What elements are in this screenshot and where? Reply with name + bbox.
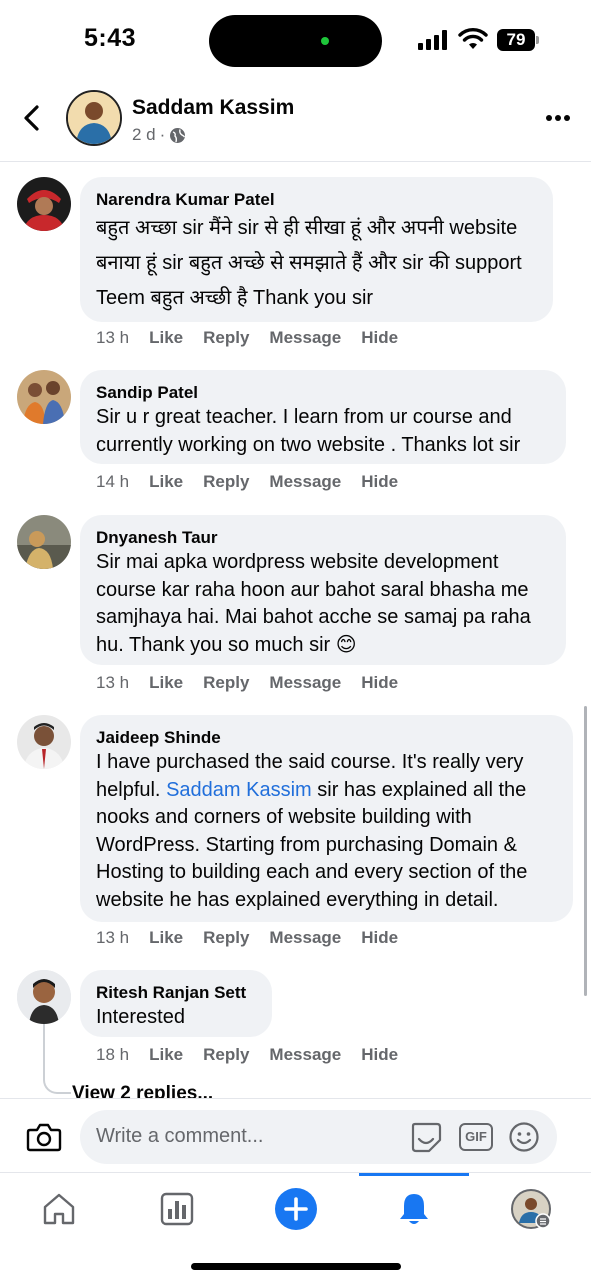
comment-placeholder: Write a comment... [96,1125,264,1147]
create-icon[interactable] [274,1187,318,1231]
scrollbar[interactable] [584,706,587,996]
dynamic-island [209,15,382,67]
reply-button[interactable]: Reply [203,1045,249,1065]
reply-button[interactable]: Reply [203,472,249,492]
comment-text: I have purchased the said course. It's r… [96,751,528,911]
message-button[interactable]: Message [269,928,341,948]
back-arrow-icon[interactable] [20,103,44,133]
comment-time: 13 h [96,328,130,347]
like-button[interactable]: Like [149,673,183,693]
post-age: 2 d [132,125,156,144]
dashboard-icon[interactable] [157,1189,197,1229]
like-button[interactable]: Like [149,328,183,348]
comment-bubble: Dnyanesh Taur Sir mai apka wordpress web… [80,515,566,665]
commenter-avatar[interactable] [17,177,71,231]
notifications-icon[interactable] [394,1189,434,1229]
comment-author[interactable]: Jaideep Shinde [96,727,557,749]
reply-thread-line [43,1024,71,1094]
active-tab-indicator [359,1173,469,1176]
like-button[interactable]: Like [149,928,183,948]
comment-bubble: Jaideep Shinde I have purchased the said… [80,715,573,922]
comment-composer: Write a comment... GIF [0,1098,591,1172]
home-icon[interactable] [39,1189,79,1229]
camera-indicator-dot [321,37,329,45]
comment-actions: 13 h Like Reply Message Hide [96,673,398,693]
smile-emoji-icon: 😊 [335,633,357,656]
commenter-avatar[interactable] [17,970,71,1024]
comment-author[interactable]: Sandip Patel [96,382,550,404]
commenter-avatar[interactable] [17,370,71,424]
emoji-icon[interactable] [508,1121,540,1153]
post-header: Saddam Kassim 2 d · [0,80,591,162]
sticker-icon[interactable] [409,1120,443,1154]
comment-time: 14 h [96,472,130,491]
comment-actions: 13 h Like Reply Message Hide [96,928,398,948]
comment-text: Sir u r great teacher. I learn from ur c… [96,406,521,456]
comment-time: 18 h [96,1045,130,1064]
message-button[interactable]: Message [269,1045,341,1065]
meta-separator: · [159,125,166,144]
commenter-avatar[interactable] [17,515,71,569]
comment-actions: 13 h Like Reply Message Hide [96,328,398,348]
hide-button[interactable]: Hide [361,673,398,693]
reply-button[interactable]: Reply [203,673,249,693]
comment-bubble: Sandip Patel Sir u r great teacher. I le… [80,370,566,464]
gif-icon[interactable]: GIF [459,1123,493,1151]
hide-button[interactable]: Hide [361,472,398,492]
like-button[interactable]: Like [149,472,183,492]
comment-bubble: Ritesh Ranjan Sett Interested [80,970,272,1037]
hide-button[interactable]: Hide [361,1045,398,1065]
comment-time: 13 h [96,673,130,692]
hide-button[interactable]: Hide [361,328,398,348]
comment-time: 13 h [96,928,130,947]
message-button[interactable]: Message [269,673,341,693]
camera-icon[interactable] [26,1121,62,1153]
comment-author[interactable]: Ritesh Ranjan Sett [96,982,256,1004]
battery-level: 79 [497,29,535,51]
more-icon[interactable] [545,114,571,122]
comment-input[interactable]: Write a comment... GIF [80,1110,557,1164]
cellular-signal-icon [418,30,450,50]
status-bar: 5:43 79 [0,0,591,80]
comment-author[interactable]: Dnyanesh Taur [96,527,550,549]
profile-avatar[interactable] [511,1189,551,1229]
reply-button[interactable]: Reply [203,928,249,948]
message-button[interactable]: Message [269,328,341,348]
globe-icon [170,127,186,143]
wifi-icon [458,28,488,49]
comment-text: Interested [96,1006,185,1028]
like-button[interactable]: Like [149,1045,183,1065]
comment-bubble: Narendra Kumar Patel बहुत अच्छा sir मैंन… [80,177,553,322]
message-button[interactable]: Message [269,472,341,492]
mention-link[interactable]: Saddam Kassim [166,779,312,801]
comment-actions: 18 h Like Reply Message Hide [96,1045,398,1065]
battery-icon: 79 [497,29,539,51]
comment-author[interactable]: Narendra Kumar Patel [96,189,537,211]
status-time: 5:43 [84,24,137,52]
comment-text: बहुत अच्छा sir मैंने sir से ही सीखा हूं … [96,217,522,309]
commenter-avatar[interactable] [17,715,71,769]
comment-text: Sir mai apka wordpress website developme… [96,551,531,656]
post-meta: 2 d · [132,125,186,145]
comment-actions: 14 h Like Reply Message Hide [96,472,398,492]
hide-button[interactable]: Hide [361,928,398,948]
author-name[interactable]: Saddam Kassim [132,96,294,120]
reply-button[interactable]: Reply [203,328,249,348]
home-indicator [191,1263,401,1270]
author-avatar[interactable] [66,90,122,146]
bottom-navigation [0,1172,591,1280]
